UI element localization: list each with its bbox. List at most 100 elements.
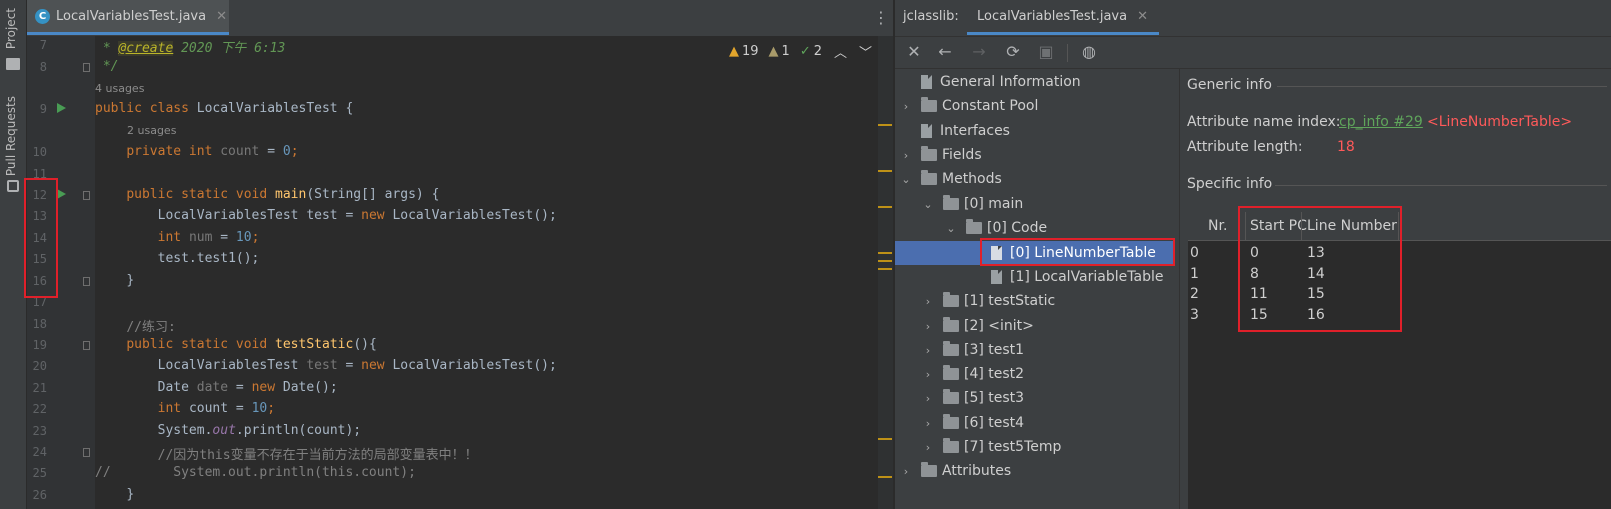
tree-item-method-teststatic[interactable]: › [1] testStatic (922, 290, 1055, 312)
pull-requests-tool-button[interactable]: Pull Requests (4, 96, 18, 176)
chevron-right-icon: › (925, 367, 931, 381)
tree-item-method-test5temp[interactable]: › [7] test5Temp (922, 436, 1061, 458)
browser-globe-icon[interactable]: ◍ (1079, 42, 1099, 62)
refresh-icon[interactable]: ⟳ (1003, 42, 1023, 62)
back-arrow-icon[interactable]: ← (935, 42, 955, 62)
chevron-right-icon: › (903, 464, 909, 478)
pull-requests-icon[interactable] (7, 180, 19, 192)
fold-marker-icon[interactable] (83, 63, 90, 72)
chevron-down-icon[interactable]: ﹀ (859, 42, 872, 61)
chevron-right-icon: › (903, 99, 909, 113)
line-number: 8 (39, 60, 47, 74)
warning-marker[interactable] (878, 206, 892, 208)
weak-warning-icon: ▲ (768, 43, 779, 59)
fold-marker-icon[interactable] (83, 341, 90, 350)
fold-marker-icon[interactable] (83, 277, 90, 286)
inspection-widget[interactable]: ▲ 19 ▲ 1 ✓ 2 ︿ ﹀ (729, 42, 872, 61)
tree-item-fields[interactable]: › Fields (900, 144, 982, 166)
warning-icon: ▲ (729, 43, 739, 59)
field-usages-hint[interactable]: 2 usages (127, 124, 176, 137)
code-line: * @create 2020 下午 6:13 (95, 41, 286, 56)
warning-marker[interactable] (878, 268, 892, 270)
tree-item-method-init[interactable]: › [2] <init> (922, 315, 1034, 337)
folder-icon (921, 170, 937, 185)
folder-icon (943, 317, 959, 332)
column-header-nr[interactable]: Nr. (1208, 218, 1227, 234)
close-icon[interactable]: ✕ (216, 9, 227, 24)
close-file-icon[interactable]: ✕ (904, 42, 924, 62)
save-icon[interactable]: ▣ (1036, 42, 1056, 62)
folder-icon (943, 292, 959, 307)
editor-tab-label: LocalVariablesTest.java (56, 8, 207, 24)
jclasslib-toolbar: ✕ ← → ⟳ ▣ ◍ (895, 36, 1611, 69)
jclasslib-tab[interactable]: LocalVariablesTest.java ✕ (967, 0, 1159, 35)
code-line: LocalVariablesTest test = new LocalVaria… (157, 358, 557, 373)
forward-arrow-icon[interactable]: → (969, 42, 989, 62)
tree-item-method-test2[interactable]: › [4] test2 (922, 363, 1024, 385)
line-number: 26 (32, 488, 47, 502)
class-usages-hint[interactable]: 4 usages (95, 82, 144, 95)
folder-icon (966, 219, 982, 234)
fold-marker-icon[interactable] (83, 191, 90, 200)
tree-item-method-test3[interactable]: › [5] test3 (922, 387, 1024, 409)
warning-marker[interactable] (878, 438, 892, 440)
code-line: test.test1(); (157, 251, 260, 266)
typo-check-icon: ✓ (799, 43, 811, 59)
chevron-up-icon[interactable]: ︿ (834, 42, 847, 61)
line-number: 10 (32, 145, 47, 159)
details-panel-divider (1179, 68, 1180, 509)
tree-item-methods[interactable]: ⌄ Methods (900, 168, 1002, 190)
fold-marker-icon[interactable] (83, 448, 90, 457)
tree-item-method-main[interactable]: ⌄ [0] main (922, 193, 1023, 215)
warning-marker[interactable] (878, 170, 892, 172)
folder-icon (943, 414, 959, 429)
tree-item-method-test4[interactable]: › [6] test4 (922, 412, 1024, 434)
section-separator (1277, 86, 1607, 87)
warning-marker[interactable] (878, 476, 892, 478)
code-line: public static void testStatic(){ (126, 337, 377, 352)
code-line: } (126, 273, 135, 288)
run-class-icon[interactable] (57, 103, 66, 113)
editor-tab[interactable]: C LocalVariablesTest.java ✕ (27, 0, 229, 35)
cell-nr: 1 (1190, 266, 1199, 282)
chevron-right-icon: › (925, 319, 931, 333)
line-number: 9 (39, 102, 47, 116)
warning-marker[interactable] (878, 124, 892, 126)
weak-warning-count: 1 (781, 43, 790, 59)
tree-item-interfaces[interactable]: Interfaces (909, 120, 1010, 142)
line-number: 7 (39, 38, 47, 52)
chevron-right-icon: › (925, 416, 931, 430)
project-tool-button[interactable]: Project (4, 8, 18, 49)
attribute-name-index-link[interactable]: cp_info #29 (1339, 114, 1423, 130)
code-line: public class LocalVariablesTest { (95, 101, 354, 116)
jclasslib-tab-label: LocalVariablesTest.java (977, 8, 1128, 24)
code-editor[interactable]: ▲ 19 ▲ 1 ✓ 2 ︿ ﹀ 7 8 9 10 11 12 13 14 15… (27, 36, 893, 509)
generic-info-heading: Generic info (1187, 77, 1272, 93)
tree-item-local-variable-table[interactable]: [1] LocalVariableTable (991, 266, 1163, 288)
tree-item-general-information[interactable]: General Information (909, 71, 1081, 93)
warning-marker[interactable] (878, 252, 892, 254)
code-line: int count = 10; (157, 401, 276, 416)
tree-item-code[interactable]: ⌄ [0] Code (945, 217, 1047, 239)
tree-item-constant-pool[interactable]: › Constant Pool (900, 95, 1038, 117)
folder-icon (921, 146, 937, 161)
warning-count: 19 (742, 43, 759, 59)
chevron-right-icon: › (925, 391, 931, 405)
project-icon[interactable] (6, 58, 20, 70)
code-line: System.out.println(count); (157, 423, 362, 438)
folder-icon (943, 195, 959, 210)
chevron-right-icon: › (925, 294, 931, 308)
more-options-icon[interactable]: ⋮ (873, 8, 889, 27)
tree-item-attributes[interactable]: › Attributes (900, 460, 1011, 482)
file-icon (921, 124, 932, 138)
code-line: // System.out.println(this.count); (95, 465, 416, 480)
code-line: //练习: (126, 320, 176, 335)
close-icon[interactable]: ✕ (1137, 9, 1148, 24)
warning-marker[interactable] (878, 260, 892, 262)
folder-icon (943, 365, 959, 380)
run-main-icon[interactable] (57, 189, 66, 199)
line-number: 20 (32, 359, 47, 373)
code-line: public static void main(String[] args) { (126, 187, 440, 202)
line-number: 21 (32, 381, 47, 395)
tree-item-method-test1[interactable]: › [3] test1 (922, 339, 1024, 361)
